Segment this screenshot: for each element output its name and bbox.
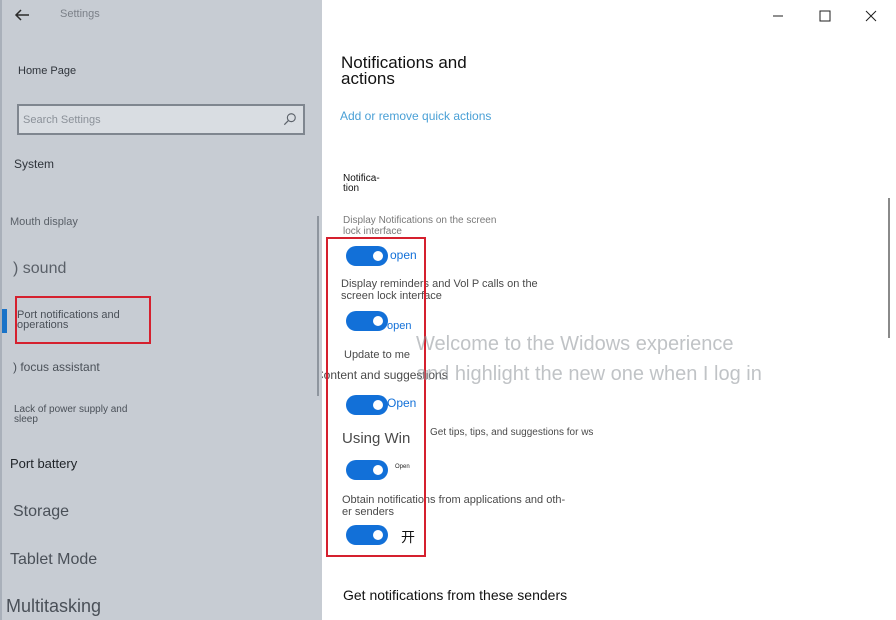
page-title: Notifications and actions [341, 53, 467, 88]
sidebar-item-display[interactable]: Mouth display [10, 216, 78, 228]
highlight-box-toggles [326, 237, 426, 557]
minimize-button[interactable] [763, 4, 793, 28]
sidebar-item-multitasking[interactable]: Multitasking [6, 596, 101, 617]
back-arrow-icon [14, 9, 29, 21]
sidebar-item-storage[interactable]: Storage [13, 503, 69, 521]
section-system: System [14, 157, 55, 171]
sidebar-item-battery[interactable]: Port battery [10, 456, 77, 471]
watermark-line-2: and highlight the new one when I log in [416, 363, 762, 385]
main-scrollbar[interactable] [888, 198, 890, 338]
maximize-button[interactable] [810, 4, 840, 28]
watermark-text: Welcome to the Widows experience and hig… [416, 329, 762, 389]
watermark-line-1: Welcome to the Widows experience [416, 333, 734, 355]
sidebar-item-power-sleep[interactable]: Lack of power supply and sleep [14, 405, 144, 425]
search-box[interactable] [17, 104, 305, 135]
sidebar: Settings Home Page System Mouth display … [0, 0, 322, 620]
sidebar-item-sound[interactable]: ) sound [13, 260, 66, 278]
maximize-icon [819, 10, 831, 22]
sidebar-item-tablet-mode[interactable]: Tablet Mode [10, 551, 97, 569]
back-button[interactable] [14, 4, 38, 26]
senders-heading: Get notifications from these senders [343, 587, 568, 603]
sidebar-item-home[interactable]: Home Page [18, 65, 76, 77]
search-icon[interactable] [283, 112, 297, 126]
close-icon [865, 10, 877, 22]
add-remove-quick-actions-link[interactable]: Add or remove quick actions [340, 109, 491, 123]
app-title: Settings [60, 8, 100, 20]
setting-tips-suggestions-label: Get tips, tips, and suggestions for ws [430, 427, 594, 438]
search-input[interactable] [23, 111, 273, 128]
active-indicator [2, 309, 7, 333]
highlight-box-sidebar [15, 296, 151, 344]
close-button[interactable] [856, 4, 886, 28]
section-heading-notifications: Notifica- tion [343, 173, 380, 194]
setting-lock-screen-notifications-label: Display Notifications on the screen lock… [343, 215, 497, 237]
minimize-icon [773, 15, 783, 17]
sidebar-scrollbar[interactable] [317, 216, 319, 396]
sidebar-item-focus-assist[interactable]: ) focus assistant [13, 360, 100, 374]
